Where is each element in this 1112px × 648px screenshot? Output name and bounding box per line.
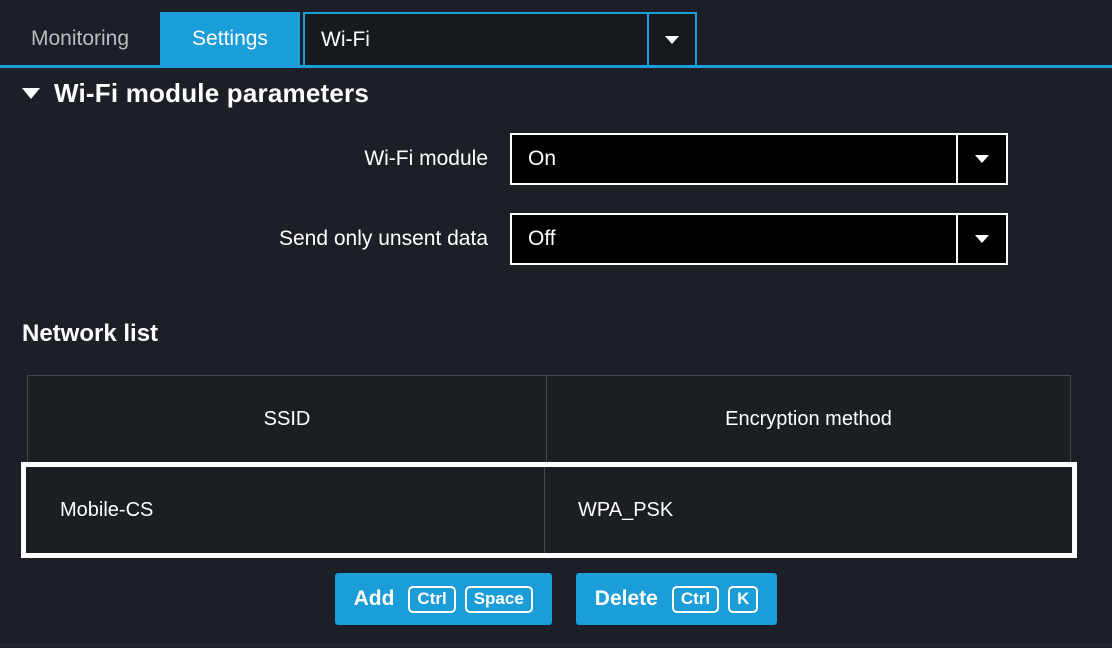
table-header-ssid: SSID: [263, 407, 311, 430]
delete-button[interactable]: Delete Ctrl K: [575, 573, 778, 625]
field-label-send-only-unsent-data: Send only unsent data: [279, 227, 488, 250]
tab-bar: Monitoring Settings Wi-Fi: [0, 0, 1112, 68]
network-list-table: SSID Encryption method Mobile-CS WPA_PSK: [21, 375, 1077, 558]
section-title: Wi-Fi module parameters: [54, 78, 369, 108]
page-select-value: Wi-Fi: [321, 28, 370, 51]
send-only-unsent-data-select[interactable]: Off: [510, 213, 1008, 265]
send-only-unsent-data-select-arrow-button[interactable]: [956, 215, 1006, 263]
wifi-module-select-value: On: [528, 147, 557, 170]
wifi-module-select[interactable]: On: [510, 133, 1008, 185]
page-select-field[interactable]: Wi-Fi: [303, 12, 649, 68]
cell-encryption-method: WPA_PSK: [544, 467, 1072, 553]
bottom-divider: [0, 644, 1112, 646]
tab-monitoring-label: Monitoring: [30, 27, 130, 50]
settings-content: Wi-Fi module parameters Wi-Fi module On …: [0, 68, 1112, 646]
send-only-unsent-data-select-value: Off: [528, 227, 556, 250]
table-header-row: SSID Encryption method: [27, 375, 1071, 463]
tab-settings[interactable]: Settings: [160, 12, 300, 66]
triangle-down-icon[interactable]: [22, 88, 40, 99]
table-header-encryption-method: Encryption method: [546, 376, 1070, 462]
tab-settings-label: Settings: [192, 27, 268, 50]
chevron-down-icon: [975, 235, 989, 243]
cell-ssid: Mobile-CS: [60, 498, 154, 521]
field-label-wifi-module: Wi-Fi module: [364, 147, 488, 170]
add-shortcut-key-space: Space: [464, 585, 533, 613]
chevron-down-icon: [975, 155, 989, 163]
add-shortcut-key-ctrl: Ctrl: [408, 585, 456, 613]
network-list-title: Network list: [22, 320, 159, 347]
delete-shortcut-key-k: K: [728, 585, 759, 613]
delete-button-label: Delete: [594, 587, 658, 610]
field-row-send-only-unsent-data: Send only unsent data Off: [0, 213, 1112, 265]
add-button[interactable]: Add Ctrl Space: [334, 573, 552, 625]
wifi-settings-screen: Monitoring Settings Wi-Fi Wi-Fi module p…: [0, 0, 1112, 648]
chevron-down-icon: [665, 36, 679, 44]
delete-shortcut-key-ctrl: Ctrl: [671, 585, 720, 613]
page-select-combobox[interactable]: Wi-Fi: [303, 12, 697, 68]
section-header-wifi-params[interactable]: Wi-Fi module parameters: [22, 78, 369, 109]
table-row[interactable]: Mobile-CS WPA_PSK: [21, 462, 1077, 558]
add-button-label: Add: [353, 587, 395, 610]
wifi-module-select-arrow-button[interactable]: [956, 135, 1006, 183]
action-button-bar: Add Ctrl Space Delete Ctrl K: [0, 573, 1112, 625]
field-row-wifi-module: Wi-Fi module On: [0, 133, 1112, 185]
page-select-arrow-button[interactable]: [649, 12, 697, 68]
tab-monitoring[interactable]: Monitoring: [0, 12, 160, 66]
